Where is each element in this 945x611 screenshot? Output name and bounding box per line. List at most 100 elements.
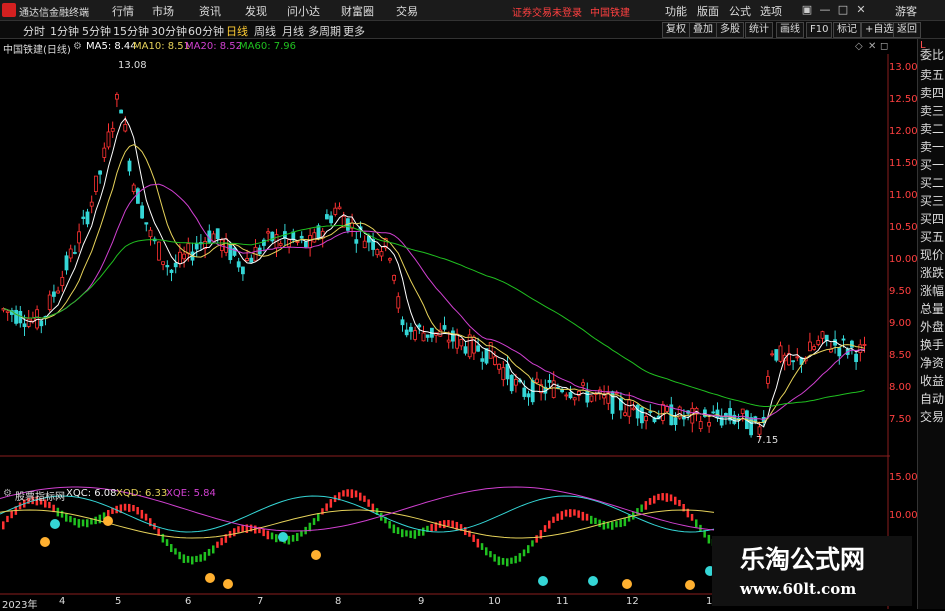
indicator-bar <box>396 527 400 535</box>
fuquan-button[interactable]: 复权 <box>662 22 690 38</box>
period-multi[interactable]: 多周期 <box>308 23 341 39</box>
candle-body <box>631 407 636 411</box>
menu-xuanxiang[interactable]: 选项 <box>760 3 782 19</box>
candle-body <box>614 392 619 395</box>
indicator-bar <box>241 524 244 533</box>
signal-marker <box>588 576 598 586</box>
menu-gongneng[interactable]: 功能 <box>665 3 687 19</box>
candle-body <box>140 205 145 219</box>
indicator-bar <box>472 534 475 542</box>
candle-body <box>375 249 380 256</box>
candle-body <box>635 404 640 419</box>
menu-zixun[interactable]: 资讯 <box>199 3 221 19</box>
side-trade[interactable]: 交易 <box>920 408 944 425</box>
candle-body <box>824 334 829 341</box>
period-30min[interactable]: 30分钟 <box>151 23 187 39</box>
f10-button[interactable]: F10 <box>806 22 833 38</box>
candle-body <box>627 399 632 417</box>
indicator-bar <box>86 519 89 528</box>
overlay-button[interactable]: 叠加 <box>689 22 717 38</box>
side-change: 涨跌 <box>920 266 945 280</box>
candle-body <box>56 290 60 294</box>
price-tick: 11.50 <box>889 158 917 169</box>
period-monthly[interactable]: 月线 <box>282 23 304 39</box>
menu-faxian[interactable]: 发现 <box>245 3 267 19</box>
indicator-bar <box>577 510 580 518</box>
indicator-bar <box>296 533 299 542</box>
draw-button[interactable]: 画线 <box>776 22 804 38</box>
candle-body <box>278 243 283 246</box>
multi-stock-button[interactable]: 多股 <box>716 22 744 38</box>
login-alert[interactable]: 证券交易未登录 <box>512 4 582 19</box>
indicator-bar <box>623 517 627 527</box>
candle-body <box>442 325 447 330</box>
watermark-title: 乐淘公式网 <box>740 545 866 574</box>
kline-chart[interactable]: 13.00 12.50 12.00 11.50 11.00 10.50 10.00 9.50 9… <box>0 54 917 609</box>
candle-body <box>324 214 329 220</box>
candle-body <box>26 318 31 327</box>
menu-caifuquan[interactable]: 财富圈 <box>341 3 374 19</box>
candle-body <box>249 257 254 263</box>
candle-body <box>509 374 514 392</box>
indicator-bar <box>690 513 694 521</box>
add-watchlist-button[interactable]: +自选 <box>861 22 898 38</box>
candle-body <box>52 291 56 297</box>
signal-marker <box>103 516 113 526</box>
candle-body <box>522 387 527 397</box>
menu-jiaoyi[interactable]: 交易 <box>396 3 418 19</box>
indicator-gear-icon[interactable]: ⚙ <box>3 488 12 499</box>
period-15min[interactable]: 15分钟 <box>113 23 149 39</box>
settings-gear-icon[interactable]: ⚙ <box>73 41 82 52</box>
indicator-bar <box>543 525 547 532</box>
menu-hangqing[interactable]: 行情 <box>112 3 134 19</box>
close-chart-icon[interactable]: ✕ <box>868 41 876 52</box>
indicator-tick: 10.00 <box>889 510 917 521</box>
indicator-bar <box>363 495 366 502</box>
price-tick: 8.00 <box>889 382 911 393</box>
candle-body <box>808 341 812 352</box>
candle-body <box>421 332 426 342</box>
candle-body <box>387 258 392 261</box>
indicator-bar <box>590 515 593 524</box>
indicator-bar <box>195 555 198 563</box>
back-button[interactable]: 返回 <box>893 22 921 38</box>
indicator-axis: 15.00 10.00 <box>889 472 917 521</box>
mark-button[interactable]: 标记 <box>833 22 861 38</box>
period-fenshi[interactable]: 分时 <box>23 23 45 39</box>
candle-body <box>408 326 413 332</box>
menu-gongshi[interactable]: 公式 <box>729 3 751 19</box>
period-weekly[interactable]: 周线 <box>254 23 276 39</box>
period-daily[interactable]: 日线 <box>226 23 248 39</box>
guest-label[interactable]: 游客 <box>895 3 917 19</box>
menu-shichang[interactable]: 市场 <box>152 3 174 19</box>
close-icon[interactable]: ✕ <box>854 3 868 16</box>
side-auto[interactable]: 自动 <box>920 390 944 407</box>
expand-icon[interactable]: ◻ <box>880 41 888 52</box>
indicator-bar <box>695 519 698 528</box>
candle-body <box>526 393 531 398</box>
menu-banmian[interactable]: 版面 <box>697 3 719 19</box>
indicator-bar <box>350 489 354 498</box>
candle-body <box>572 397 577 401</box>
candle-body <box>564 394 569 397</box>
candle-body <box>837 347 842 357</box>
period-60min[interactable]: 60分钟 <box>188 23 224 39</box>
maximize-icon[interactable]: □ <box>836 3 850 16</box>
stats-button[interactable]: 统计 <box>745 22 773 38</box>
candle-body <box>396 296 401 309</box>
candle-body <box>450 330 455 342</box>
candle-body <box>581 382 585 386</box>
side-buy1: 买一 <box>920 158 945 172</box>
period-5min[interactable]: 5分钟 <box>82 23 111 39</box>
indicator-bar <box>447 519 450 527</box>
indicator-bar <box>598 519 601 528</box>
shrink-icon[interactable]: ◇ <box>855 41 863 52</box>
indicator-bar <box>128 503 131 512</box>
period-1min[interactable]: 1分钟 <box>50 23 79 39</box>
candle-body <box>102 147 107 158</box>
menu-wenxiaoda[interactable]: 问小达 <box>287 3 320 19</box>
period-more[interactable]: 更多 <box>343 23 365 39</box>
minimize-icon[interactable]: — <box>818 3 832 16</box>
menu-square-icon[interactable]: ▣ <box>800 3 814 16</box>
indicator-bar <box>506 558 509 567</box>
